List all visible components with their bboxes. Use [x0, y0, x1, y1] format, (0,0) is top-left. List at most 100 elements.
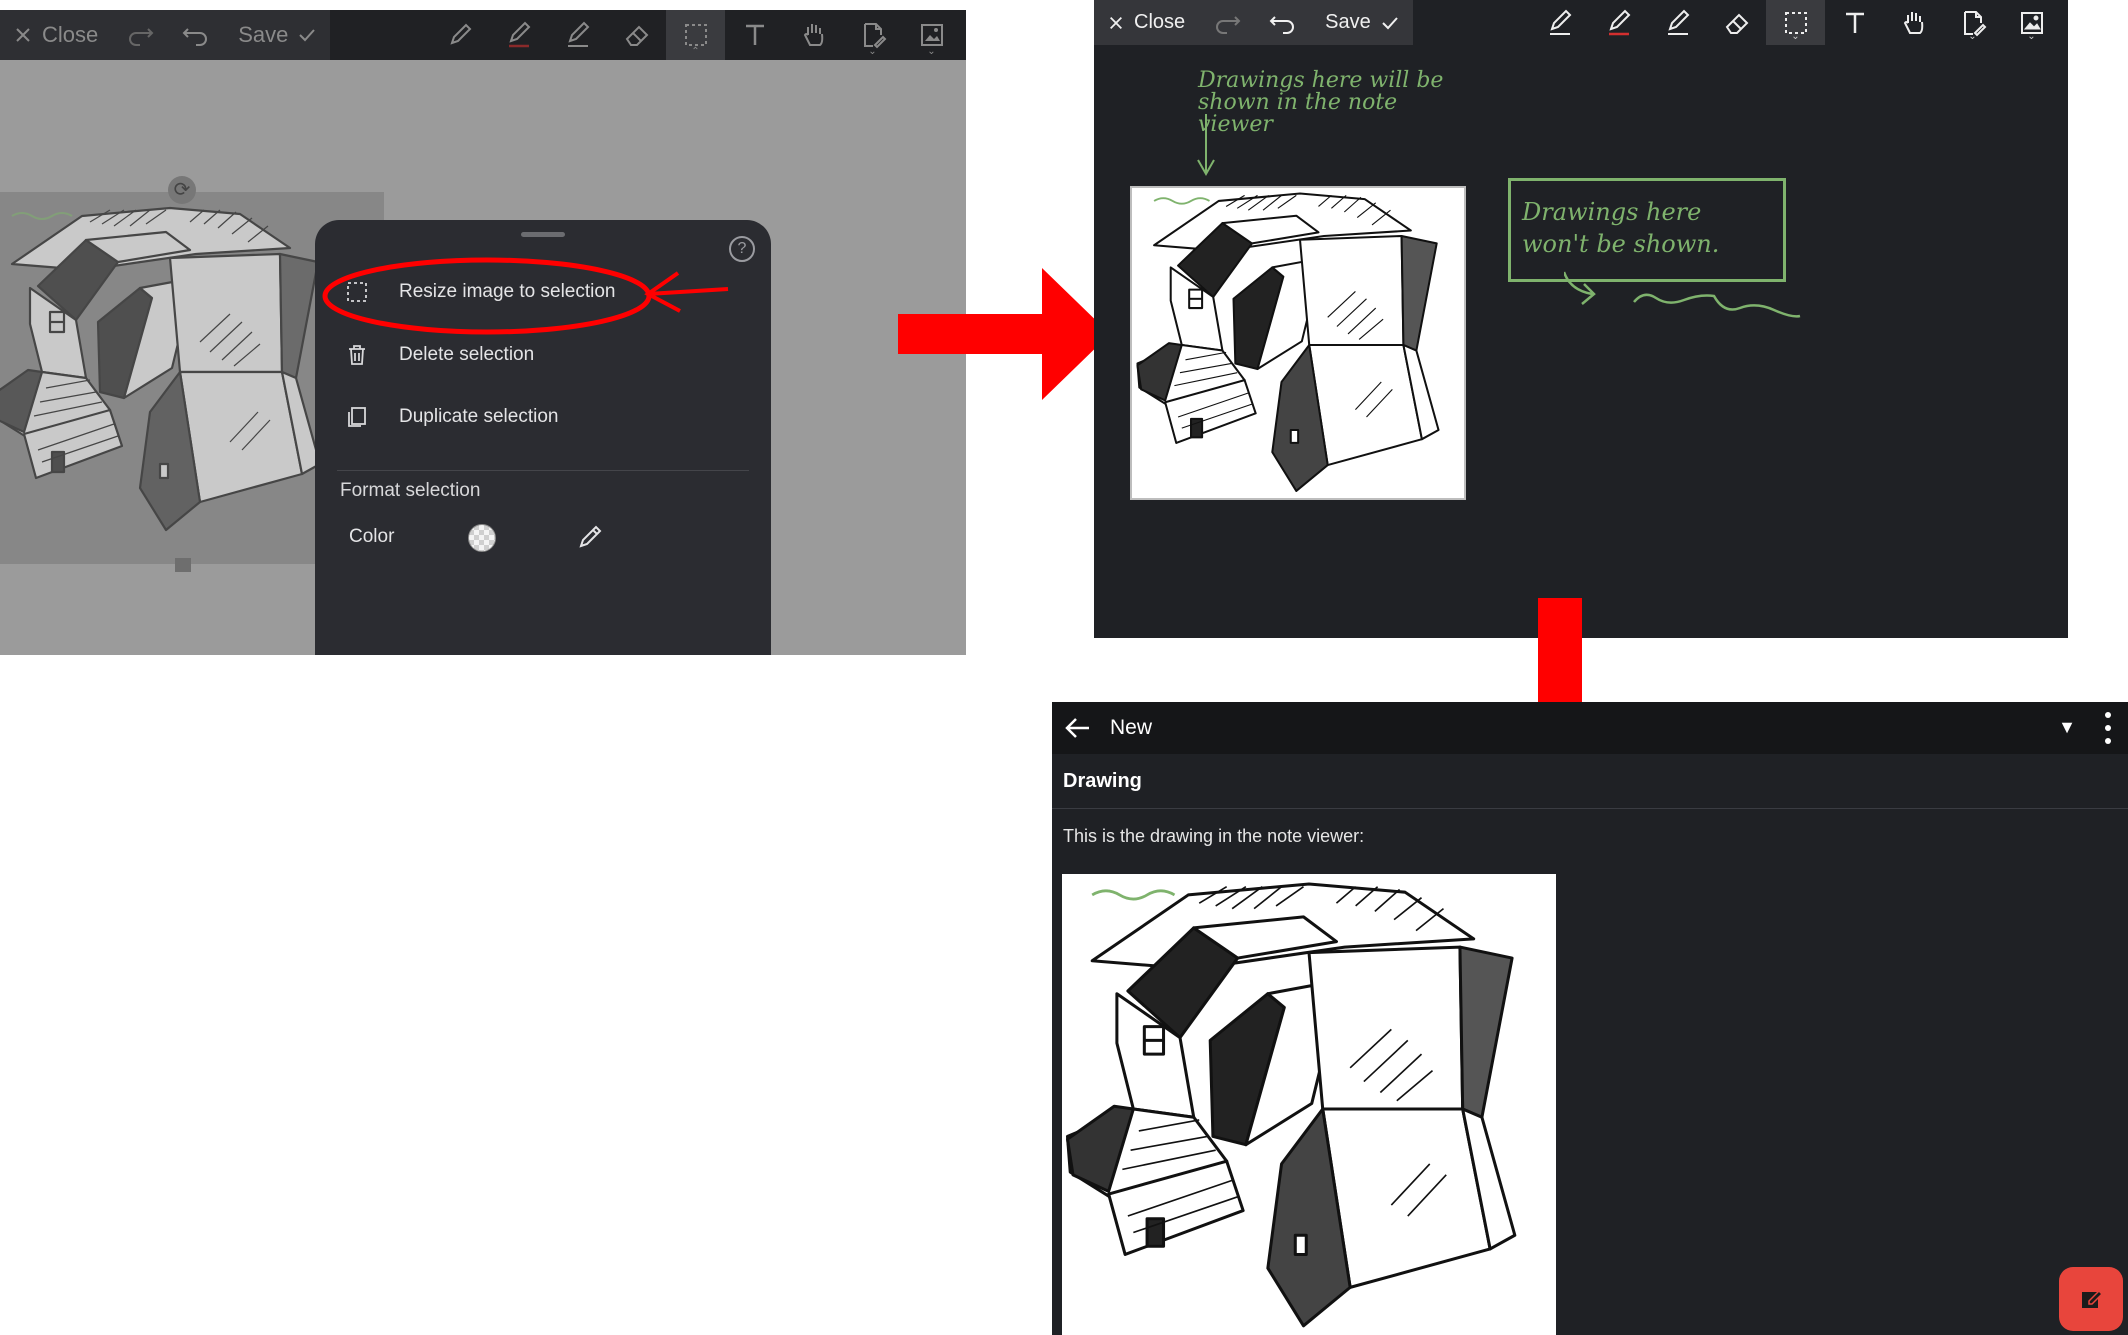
back-arrow-icon: [1065, 718, 1089, 738]
check-icon: [299, 29, 316, 42]
heading-divider: [1052, 808, 2128, 809]
eraser-tool[interactable]: [1707, 0, 1766, 45]
highlighter-tool[interactable]: [1648, 0, 1707, 45]
close-button[interactable]: Close: [0, 10, 112, 60]
pen-icon: [1549, 9, 1571, 35]
note-viewer-panel: New ▼ Drawing This is the drawing in the…: [1052, 702, 2128, 1335]
handwritten-note-outside: Drawings here won't be shown.: [1522, 198, 1720, 258]
chevron-down-icon: ⌃: [691, 46, 700, 57]
undo-button[interactable]: [168, 10, 224, 60]
selection-tool[interactable]: ⌄: [1766, 0, 1825, 45]
close-label: Close: [42, 22, 99, 47]
note-paragraph: This is the drawing in the note viewer:: [1063, 826, 1365, 846]
toolbar-tools: ⌄ ⌄ ⌄: [1530, 0, 2061, 45]
page-edit-icon: [863, 23, 886, 49]
chevron-down-icon: ⌄: [1968, 31, 1977, 42]
eraser-tool[interactable]: [607, 10, 666, 60]
pen-red-icon: [1608, 9, 1630, 35]
chevron-down-icon: ⌄: [2027, 31, 2036, 42]
close-button[interactable]: Close: [1094, 0, 1199, 45]
edit-icon: [2082, 1289, 2104, 1308]
highlighter-icon: [1667, 9, 1689, 35]
color-swatch[interactable]: [468, 524, 496, 552]
handwritten-squiggle: [1564, 271, 1801, 318]
page-edit-tool[interactable]: ⌄: [1943, 0, 2002, 45]
hand-tool[interactable]: [1884, 0, 1943, 45]
note-drawing-image[interactable]: [1062, 874, 1556, 1335]
handwritten-note-inside: Drawings here will be shown in the note …: [1198, 68, 1444, 137]
handwritten-arrow-down: [1197, 114, 1215, 177]
note-title: New: [1110, 716, 1153, 739]
editor-toolbar: Close Save ⌄ ⌄ ⌄: [1094, 0, 2068, 45]
eraser-icon: [625, 25, 648, 46]
hand-tool[interactable]: [784, 10, 843, 60]
highlighter-icon: [567, 21, 589, 47]
pen-icon: [449, 23, 471, 45]
sheet-drag-handle[interactable]: [521, 232, 565, 237]
image-tool[interactable]: ⌄: [2002, 0, 2061, 45]
undo-button[interactable]: [1255, 0, 1311, 45]
undo-icon: [182, 28, 208, 46]
house-drawing: [1136, 192, 1440, 492]
highlighter-tool[interactable]: [548, 10, 607, 60]
image-icon: [920, 24, 943, 46]
eyedropper-icon[interactable]: [575, 522, 605, 552]
pen-red-icon: [508, 21, 530, 48]
duplicate-selection-label: Duplicate selection: [399, 406, 559, 427]
toolbar-tools: ⌃ ⌄ ⌄: [430, 10, 961, 60]
text-tool[interactable]: [725, 10, 784, 60]
back-button[interactable]: [1056, 702, 1100, 754]
editor-panel-selection-menu: Close Save ⌃ ⌄ ⌄ ⟳ ? Resize image to sel…: [0, 10, 966, 655]
save-button[interactable]: Save: [224, 10, 330, 60]
format-selection-heading: Format selection: [340, 480, 481, 501]
trash-icon: [349, 345, 365, 365]
color-label: Color: [349, 526, 395, 547]
text-tool[interactable]: [1825, 0, 1884, 45]
page-edit-tool[interactable]: ⌄: [843, 10, 902, 60]
image-tool[interactable]: ⌄: [902, 10, 961, 60]
pen-red-tool[interactable]: [1589, 0, 1648, 45]
redo-button[interactable]: [1199, 0, 1255, 45]
selection-tool[interactable]: ⌃: [666, 10, 725, 60]
pen-red-tool[interactable]: [489, 10, 548, 60]
toolbar-left-group: Close Save: [1094, 0, 1413, 45]
toolbar-left-group: Close Save: [0, 10, 331, 60]
dropdown-icon[interactable]: ▼: [2058, 717, 2076, 738]
hand-icon: [1903, 11, 1923, 34]
house-drawing: [1065, 882, 1517, 1328]
delete-selection-label: Delete selection: [399, 344, 535, 365]
edit-fab-button[interactable]: [2059, 1267, 2123, 1331]
redo-button[interactable]: [112, 10, 168, 60]
redo-icon: [1216, 15, 1241, 34]
hand-icon: [803, 24, 823, 46]
pen-tool[interactable]: [1530, 0, 1589, 45]
redo-icon: [129, 28, 154, 46]
chevron-down-icon: ⌄: [868, 46, 877, 57]
note-heading: Drawing: [1063, 770, 1142, 792]
save-label: Save: [238, 22, 289, 47]
highlight-annotation: [322, 257, 729, 335]
app-bar: New ▼: [1052, 702, 2128, 754]
resize-handle[interactable]: [175, 558, 191, 572]
text-icon: [745, 24, 764, 45]
close-icon: [16, 28, 30, 42]
close-label: Close: [1134, 11, 1186, 33]
duplicate-selection-menu-item[interactable]: Duplicate selection: [345, 397, 558, 437]
check-icon: [1382, 16, 1398, 29]
pen-tool[interactable]: [430, 10, 489, 60]
chevron-down-icon: ⌄: [1791, 31, 1800, 42]
close-icon: [1110, 16, 1122, 29]
arrow-right: [898, 268, 1110, 400]
chevron-down-icon: ⌄: [927, 46, 936, 57]
save-label: Save: [1325, 11, 1371, 33]
undo-icon: [1269, 15, 1295, 34]
duplicate-icon: [348, 407, 366, 427]
selection-icon: [684, 24, 707, 46]
editor-toolbar: Close Save ⌃ ⌄ ⌄: [0, 10, 966, 60]
kebab-icon[interactable]: [2102, 712, 2114, 744]
text-icon: [1845, 12, 1864, 33]
menu-divider: [337, 470, 749, 471]
rotate-handle[interactable]: ⟳: [168, 176, 196, 204]
drawing-canvas-image[interactable]: [1130, 186, 1466, 500]
save-button[interactable]: Save: [1311, 0, 1413, 45]
